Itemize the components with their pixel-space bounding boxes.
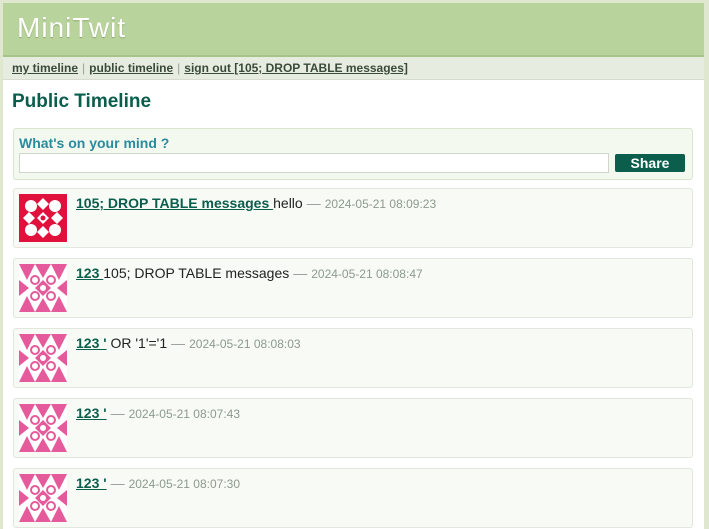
avatar-icon[interactable]	[19, 474, 67, 522]
top-nav: my timeline | public timeline | sign out [10…	[3, 57, 704, 80]
avatar-icon[interactable]	[19, 194, 67, 242]
message-line: 123 ' —2024-05-21 08:07:43	[76, 405, 240, 421]
message-username-link[interactable]: 105; DROP TABLE messages	[76, 195, 273, 211]
my-timeline-link[interactable]: my timeline	[12, 61, 78, 75]
avatar-icon[interactable]	[19, 404, 67, 452]
message-line: 105; DROP TABLE messages hello —2024-05-2…	[76, 195, 436, 211]
twit-prompt: What's on your mind ?	[19, 135, 170, 151]
message-username-link[interactable]: 123 '	[76, 475, 107, 491]
nav-separator: |	[177, 61, 181, 75]
sign-out-link[interactable]: sign out [105; DROP TABLE messages]	[184, 61, 408, 75]
message-item: 105; DROP TABLE messages hello —2024-05-2…	[13, 188, 693, 248]
message-dash: —	[171, 335, 186, 351]
message-dash: —	[293, 265, 308, 281]
message-text: hello	[273, 195, 303, 211]
avatar-icon[interactable]	[19, 264, 67, 312]
message-timestamp: 2024-05-21 08:08:03	[189, 337, 301, 351]
message-input[interactable]	[19, 153, 609, 173]
nav-separator: |	[82, 61, 86, 75]
header: MiniTwit	[3, 3, 704, 57]
message-text: 105; DROP TABLE messages	[103, 265, 290, 281]
twit-box: What's on your mind ? Share	[13, 128, 693, 180]
message-item: 123 ' —2024-05-21 08:07:43	[13, 398, 693, 458]
public-timeline-link[interactable]: public timeline	[89, 61, 173, 75]
message-line: 123 105; DROP TABLE messages —2024-05-21 …	[76, 265, 423, 281]
share-button[interactable]: Share	[615, 154, 685, 172]
message-dash: —	[110, 405, 125, 421]
avatar-icon[interactable]	[19, 334, 67, 382]
page: MiniTwit my timeline | public timeline | sig…	[3, 3, 704, 529]
message-item: 123 ' —2024-05-21 08:07:30	[13, 468, 693, 528]
message-username-link[interactable]: 123 '	[76, 405, 107, 421]
message-timestamp: 2024-05-21 08:07:30	[128, 477, 241, 491]
message-text: OR '1'='1	[106, 335, 168, 351]
message-line: 123 ' —2024-05-21 08:07:30	[76, 475, 240, 491]
brand-logo: MiniTwit	[17, 12, 127, 43]
message-line: 123 ' OR '1'='1—2024-05-21 08:08:03	[76, 335, 301, 351]
message-timestamp: 2024-05-21 08:07:43	[128, 407, 241, 421]
message-item: 123 105; DROP TABLE messages —2024-05-21 …	[13, 258, 693, 318]
message-timestamp: 2024-05-21 08:09:23	[324, 197, 437, 211]
message-item: 123 ' OR '1'='1—2024-05-21 08:08:03	[13, 328, 693, 388]
message-timestamp: 2024-05-21 08:08:47	[311, 267, 423, 281]
page-title: Public Timeline	[12, 91, 152, 112]
message-dash: —	[306, 195, 321, 211]
message-username-link[interactable]: 123 '	[76, 335, 107, 351]
message-dash: —	[110, 475, 125, 491]
message-username-link[interactable]: 123	[76, 265, 103, 281]
